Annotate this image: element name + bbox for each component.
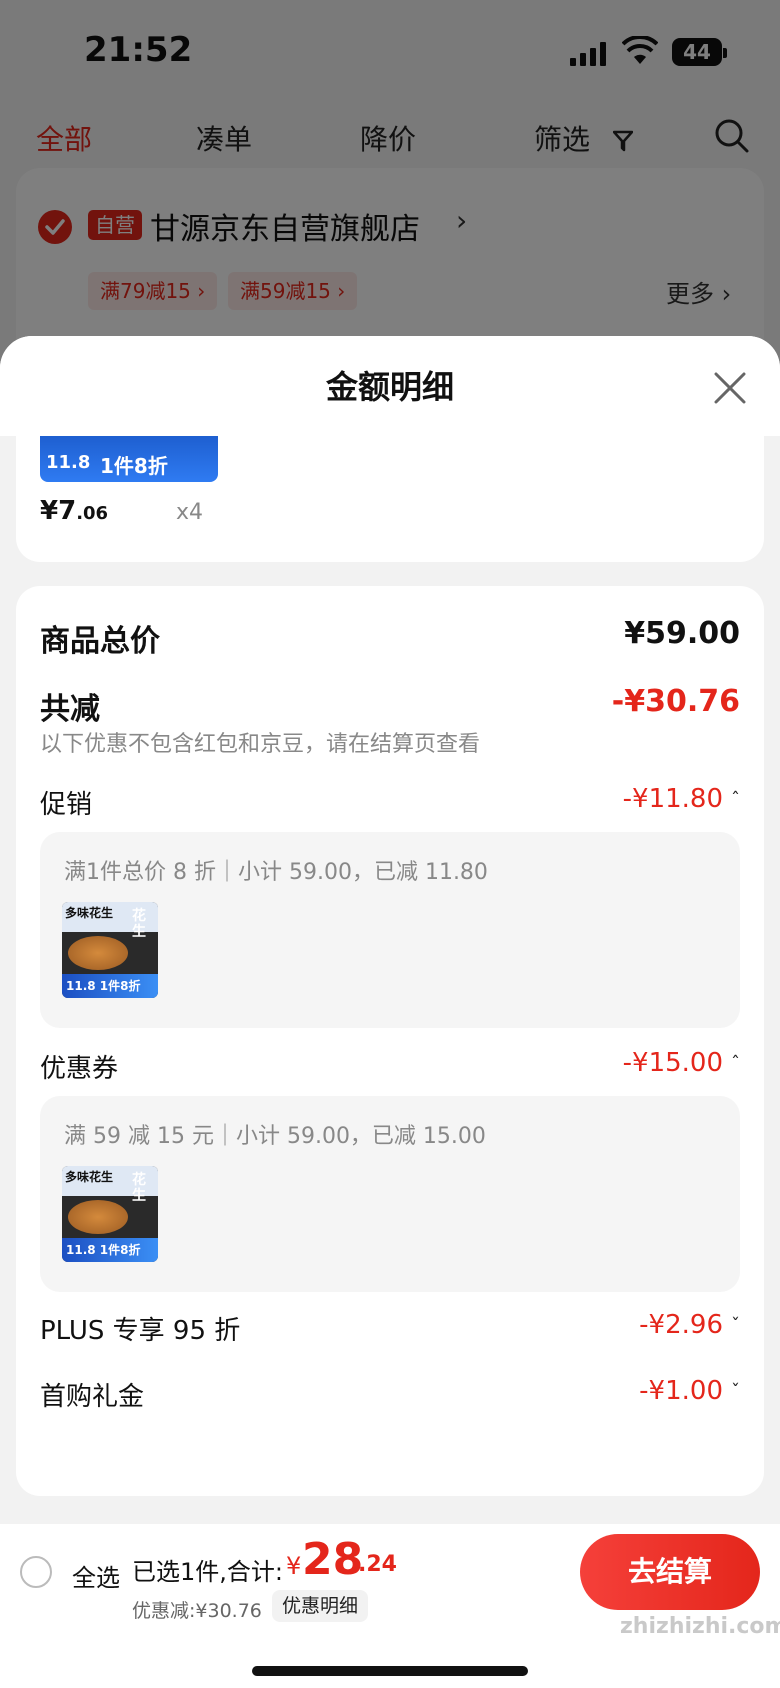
coupon-detail-box: 满 59 减 15 元｜小计 59.00，已减 15.00 多味花生 花生 11… bbox=[40, 1096, 740, 1292]
promotion-value: -¥11.80 bbox=[622, 784, 723, 814]
thumb-title: 多味花生 bbox=[65, 906, 114, 920]
home-indicator[interactable] bbox=[252, 1666, 528, 1676]
peanut-image bbox=[68, 936, 128, 970]
first-buy-row-toggle[interactable]: -¥1.00 ˇ bbox=[639, 1376, 740, 1406]
goods-price-cents: .06 bbox=[76, 503, 109, 524]
sheet-header: 金额明细 bbox=[0, 336, 780, 436]
peanut-image bbox=[68, 1200, 128, 1234]
chevron-up-icon: ˆ bbox=[731, 1053, 740, 1074]
chevron-down-icon: ˇ bbox=[731, 1381, 740, 1402]
product-thumbnail[interactable]: 11.8 1件8折 bbox=[40, 436, 218, 482]
promotion-desc: 满1件总价 8 折｜小计 59.00，已减 11.80 bbox=[64, 860, 488, 885]
thumb-price: 11.8 bbox=[46, 452, 91, 473]
close-icon[interactable] bbox=[712, 370, 748, 406]
thumb-vertical-text: 花生 bbox=[132, 908, 146, 940]
thumb-tag: 1件8折 bbox=[100, 454, 168, 478]
product-thumbnail[interactable]: 多味花生 花生 11.8 1件8折 bbox=[62, 1166, 158, 1262]
chevron-up-icon: ˆ bbox=[731, 789, 740, 810]
first-buy-label: 首购礼金 bbox=[40, 1382, 145, 1412]
promotion-row-toggle[interactable]: -¥11.80 ˆ bbox=[623, 784, 740, 814]
select-all-label[interactable]: 全选 bbox=[72, 1558, 120, 1593]
thumb-band: 11.8 1件8折 bbox=[62, 974, 158, 998]
selected-summary: 已选1件,合计: bbox=[132, 1558, 283, 1586]
first-buy-value: -¥1.00 bbox=[639, 1376, 723, 1406]
total-currency: ¥ bbox=[286, 1552, 302, 1580]
watermark-text: zhizhizhi.com bbox=[620, 1614, 780, 1639]
total-reduce-value: -¥30.76 bbox=[611, 684, 740, 719]
coupon-desc: 满 59 减 15 元｜小计 59.00，已减 15.00 bbox=[64, 1124, 486, 1149]
coupon-value: -¥15.00 bbox=[622, 1048, 723, 1078]
thumb-band: 11.8 1件8折 bbox=[62, 1238, 158, 1262]
amount-detail-sheet: 金额明细 11.8 1件8折 ¥7.06 x4 商品总价 ¥59.00 共减 -… bbox=[0, 336, 780, 1688]
plus-discount-value: -¥2.96 bbox=[639, 1310, 723, 1340]
thumb-vertical-text: 花生 bbox=[132, 1172, 146, 1204]
goods-price: ¥7.06 bbox=[40, 496, 108, 526]
discount-note: 以下优惠不包含红包和京豆，请在结算页查看 bbox=[40, 732, 481, 757]
total-reduce-label: 共减 bbox=[40, 692, 100, 727]
amount-breakdown-card: 商品总价 ¥59.00 共减 -¥30.76 以下优惠不包含红包和京豆，请在结算… bbox=[16, 586, 764, 1496]
checkout-button[interactable]: 去结算 bbox=[580, 1534, 760, 1610]
chevron-down-icon: ˇ bbox=[731, 1315, 740, 1336]
total-amount-main: 28 bbox=[302, 1534, 364, 1585]
total-amount-cents: .24 bbox=[358, 1552, 397, 1577]
goods-quantity: x4 bbox=[176, 500, 204, 525]
plus-discount-label: PLUS 专享 95 折 bbox=[40, 1316, 241, 1346]
goods-price-main: ¥7 bbox=[40, 496, 77, 526]
discount-summary: 优惠减:¥30.76 bbox=[132, 1600, 262, 1622]
plus-row-toggle[interactable]: -¥2.96 ˇ bbox=[639, 1310, 740, 1340]
total-price-value: ¥59.00 bbox=[624, 616, 740, 651]
promotion-detail-box: 满1件总价 8 折｜小计 59.00，已减 11.80 多味花生 花生 11.8… bbox=[40, 832, 740, 1028]
thumb-title: 多味花生 bbox=[65, 1170, 114, 1184]
select-all-checkbox[interactable] bbox=[20, 1556, 52, 1588]
sheet-title: 金额明细 bbox=[325, 368, 454, 406]
coupon-row-toggle[interactable]: -¥15.00 ˆ bbox=[623, 1048, 740, 1078]
promotion-label: 促销 bbox=[40, 790, 93, 820]
product-thumbnail[interactable]: 多味花生 花生 11.8 1件8折 bbox=[62, 902, 158, 998]
goods-card: 11.8 1件8折 ¥7.06 x4 bbox=[16, 436, 764, 562]
discount-detail-button[interactable]: 优惠明细 bbox=[272, 1590, 369, 1622]
total-price-label: 商品总价 bbox=[40, 624, 160, 659]
coupon-label: 优惠券 bbox=[40, 1054, 119, 1084]
checkout-bar: 全选 已选1件,合计: ¥ 28 .24 优惠减:¥30.76 优惠明细 去结算… bbox=[0, 1524, 780, 1688]
